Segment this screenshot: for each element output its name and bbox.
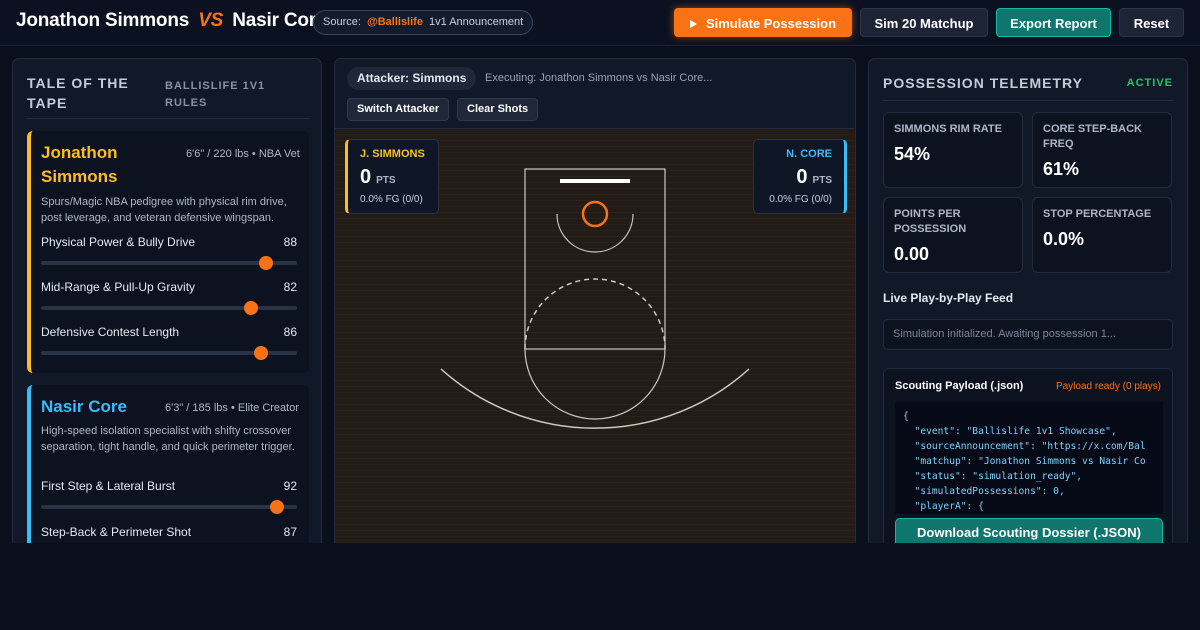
player-name: Nasir Core <box>41 397 127 416</box>
player-meta: 6'3" / 185 lbs • Elite Creator <box>165 402 299 414</box>
player-description: High-speed isolation specialist with shi… <box>41 425 295 453</box>
executing-status: Executing: Jonathon Simmons vs Nasir Cor… <box>485 72 713 84</box>
simulate-possession-button[interactable]: Simulate Possession <box>674 8 852 37</box>
attribute-slider[interactable]: First Step & Lateral Burst 92 <box>41 479 297 519</box>
player-meta: 6'6" / 220 lbs • NBA Vet <box>186 148 300 160</box>
attribute-value: 86 <box>283 325 297 339</box>
half-court[interactable]: J. SIMMONS 0 PTS 0.0% FG (0/0) N. CORE 0P… <box>335 129 855 577</box>
metric-label: STOP PERCENTAGE <box>1043 208 1152 220</box>
panel-title: POSSESSION TELEMETRY <box>883 75 1083 91</box>
panel-header: TALE OF THE TAPE BALLISLIFE 1V1 RULES <box>27 73 309 119</box>
play-icon <box>689 20 697 28</box>
metric-label: CORE STEP-BACK FREQ <box>1043 123 1143 150</box>
panel-subtitle: BALLISLIFE 1V1 RULES <box>165 80 266 109</box>
points-value: 0 <box>360 166 372 188</box>
court-panel: Attacker: Simmons Executing: Jonathon Si… <box>334 58 856 578</box>
free-throw-circle-bottom <box>524 348 666 420</box>
attribute-label: Defensive Contest Length <box>41 325 180 339</box>
metric-card: SIMMONS RIM RATE 54% <box>883 112 1023 188</box>
attribute-label: Physical Power & Bully Drive <box>41 235 196 249</box>
attribute-label: Mid-Range & Pull-Up Gravity <box>41 280 196 294</box>
attribute-slider[interactable]: Mid-Range & Pull-Up Gravity 82 <box>41 280 297 320</box>
score-name: J. SIMMONS <box>360 148 425 160</box>
player-description: Spurs/Magic NBA pedigree with physical r… <box>41 196 287 224</box>
page-bottom-area <box>0 543 1200 630</box>
points-unit: PTS <box>376 175 396 186</box>
player-card-simmons: Jonathon Simmons 6'6" / 220 lbs • NBA Ve… <box>27 131 309 373</box>
attribute-value: 82 <box>283 280 297 294</box>
telemetry-panel: POSSESSION TELEMETRY ACTIVE SIMMONS RIM … <box>868 58 1188 578</box>
attribute-value: 88 <box>283 235 297 249</box>
top-bar: Jonathon Simmons VS Nasir Core Source: @… <box>0 0 1200 46</box>
score-points: 0 PTS <box>796 166 832 189</box>
slider-thumb[interactable] <box>243 301 258 315</box>
attribute-slider[interactable]: Physical Power & Bully Drive 88 <box>41 235 297 275</box>
restricted-area <box>556 213 634 253</box>
attacker-badge: Attacker: Simmons <box>347 67 477 90</box>
player-a-title: Jonathon Simmons <box>16 10 190 31</box>
attribute-slider[interactable]: Defensive Contest Length 86 <box>41 325 297 365</box>
paint-lane <box>524 168 666 350</box>
sim-20-matchup-button[interactable]: Sim 20 Matchup <box>860 8 988 37</box>
attribute-label: Step-Back & Perimeter Shot <box>41 525 192 539</box>
rim <box>581 200 609 228</box>
metric-value: 61% <box>1043 159 1080 179</box>
points-unit: PTS <box>812 175 832 186</box>
payload-title: Scouting Payload (.json) <box>895 380 1024 392</box>
source-badge: Source: @Ballislife 1v1 Announcement <box>313 10 534 35</box>
vs-label: VS <box>198 10 224 31</box>
payload-status: Payload ready (0 plays) <box>1055 381 1161 392</box>
court-toolbar: Attacker: Simmons Executing: Jonathon Si… <box>335 59 855 129</box>
player-name: Jonathon Simmons <box>41 143 118 186</box>
score-points: 0 PTS <box>360 166 396 189</box>
switch-attacker-button[interactable]: Switch Attacker <box>347 98 450 121</box>
metric-value: 0.0% <box>1043 229 1085 249</box>
attribute-label: First Step & Lateral Burst <box>41 479 176 493</box>
slider-thumb[interactable] <box>254 346 269 360</box>
reset-button[interactable]: Reset <box>1119 8 1184 37</box>
slider-track[interactable] <box>41 306 297 310</box>
matchup-title: Jonathon Simmons VS Nasir Core <box>16 10 327 32</box>
source-suffix: 1v1 Announcement <box>429 16 524 28</box>
status-badge: ACTIVE <box>1126 77 1173 89</box>
simulate-label: Simulate Possession <box>705 16 837 31</box>
panel-title: TALE OF THE TAPE <box>27 75 129 111</box>
field-goal-stat: 0.0% FG (0/0) <box>769 194 832 205</box>
tale-of-the-tape-panel: TALE OF THE TAPE BALLISLIFE 1V1 RULES Jo… <box>12 58 322 578</box>
metric-label: POINTS PER POSSESSION <box>894 208 967 235</box>
clear-shots-button[interactable]: Clear Shots <box>457 98 539 121</box>
scoreboard-simmons: J. SIMMONS 0 PTS 0.0% FG (0/0) <box>345 139 439 214</box>
play-by-play-feed[interactable]: Simulation initialized. Awaiting possess… <box>883 319 1173 350</box>
slider-thumb[interactable] <box>259 256 274 270</box>
scoreboard-core: N. CORE 0 PTS 0.0% FG (0/0) <box>753 139 847 214</box>
metric-value: 0.00 <box>894 244 930 264</box>
source-handle-link[interactable]: @Ballislife <box>367 16 423 28</box>
slider-track[interactable] <box>41 505 297 509</box>
panel-header: POSSESSION TELEMETRY ACTIVE <box>883 73 1173 101</box>
attribute-value: 92 <box>283 479 297 493</box>
attribute-value: 87 <box>283 525 297 539</box>
export-report-button[interactable]: Export Report <box>996 8 1111 37</box>
metric-card: CORE STEP-BACK FREQ 61% <box>1032 112 1172 188</box>
metric-card: POINTS PER POSSESSION 0.00 <box>883 197 1023 273</box>
score-name: N. CORE <box>786 148 832 160</box>
metric-label: SIMMONS RIM RATE <box>894 123 1002 135</box>
slider-thumb[interactable] <box>269 500 284 514</box>
metric-card: STOP PERCENTAGE 0.0% <box>1032 197 1172 273</box>
metric-value: 54% <box>894 144 931 164</box>
field-goal-stat: 0.0% FG (0/0) <box>360 194 423 205</box>
payload-json-viewer[interactable]: { "event": "Ballislife 1v1 Showcase", "s… <box>895 402 1163 514</box>
feed-title: Live Play-by-Play Feed <box>883 291 1014 305</box>
source-label: Source: <box>323 16 361 28</box>
points-value: 0 <box>796 166 808 188</box>
free-throw-circle-top <box>524 278 666 350</box>
